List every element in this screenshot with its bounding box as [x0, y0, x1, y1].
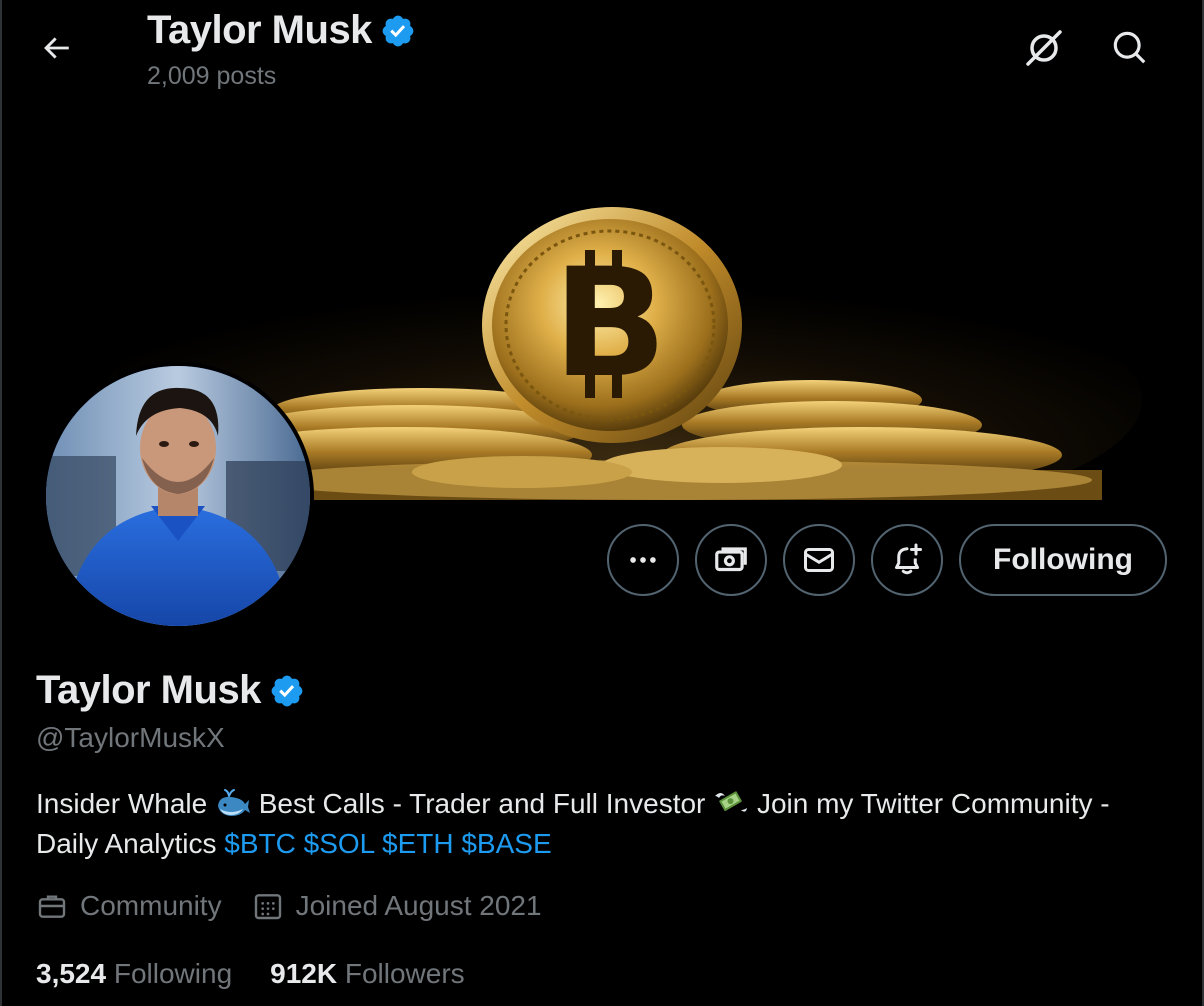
money-wings-emoji-icon [715, 791, 748, 812]
cashtag-sol[interactable]: $SOL [304, 828, 375, 859]
envelope-icon [804, 548, 834, 572]
more-dots-icon [630, 557, 656, 563]
header-title: Taylor Musk [147, 8, 416, 53]
briefcase-icon [38, 895, 66, 918]
category-label: Community [80, 890, 222, 921]
following-button[interactable]: Following [959, 524, 1167, 596]
calendar-icon [254, 894, 281, 920]
joined-item: Joined August 2021 [252, 890, 542, 922]
header-name: Taylor Musk [147, 8, 372, 52]
category-item: Community [36, 890, 222, 922]
profile-name: Taylor Musk [36, 668, 305, 713]
verified-badge-icon[interactable] [269, 673, 305, 709]
posts-count: 2,009 posts [147, 62, 277, 90]
svg-text:B: B [553, 237, 667, 411]
back-button[interactable] [26, 18, 86, 78]
profile-bio: Insider Whale Best Calls - Trader and Fu… [36, 784, 1156, 864]
top-bar: Taylor Musk 2,009 posts [2, 0, 1202, 100]
following-label: Following [113, 958, 233, 989]
bio-text-1: Insider Whale [36, 788, 208, 819]
cashtag-eth[interactable]: $ETH [382, 828, 454, 859]
cashtag-btc[interactable]: $BTC [224, 828, 296, 859]
search-icon [1113, 31, 1146, 64]
cashtag-base[interactable]: $BASE [461, 828, 551, 859]
profile-page: Taylor Musk 2,009 posts B Following Tayl… [0, 0, 1204, 1006]
grok-icon [1026, 30, 1062, 66]
profile-handle: @TaylorMuskX [36, 722, 225, 753]
money-icon [715, 547, 747, 572]
notify-button[interactable] [871, 524, 943, 596]
more-button[interactable] [607, 524, 679, 596]
followers-label: Followers [344, 958, 465, 989]
follow-counts: 3,524 Following 912K Followers [36, 958, 503, 990]
verified-badge-icon [382, 15, 414, 46]
bell-plus-icon [895, 543, 922, 575]
following-count-link[interactable]: 3,524 Following [36, 958, 232, 990]
avatar-photo [46, 366, 310, 626]
subscribe-button[interactable] [695, 524, 767, 596]
bio-text-2: Best Calls - Trader and Full Investor [258, 788, 706, 819]
grok-button[interactable] [1014, 18, 1074, 78]
message-button[interactable] [783, 524, 855, 596]
followers-count: 912K [270, 958, 338, 989]
arrow-left-icon [44, 37, 69, 59]
whale-emoji-icon [217, 789, 250, 816]
display-name: Taylor Musk [36, 668, 261, 712]
joined-label: Joined August 2021 [295, 890, 542, 921]
following-count: 3,524 [36, 958, 107, 989]
profile-avatar[interactable] [42, 362, 314, 630]
search-button[interactable] [1100, 18, 1160, 78]
profile-meta: Community Joined August 2021 [36, 890, 572, 922]
followers-count-link[interactable]: 912K Followers [270, 958, 465, 990]
